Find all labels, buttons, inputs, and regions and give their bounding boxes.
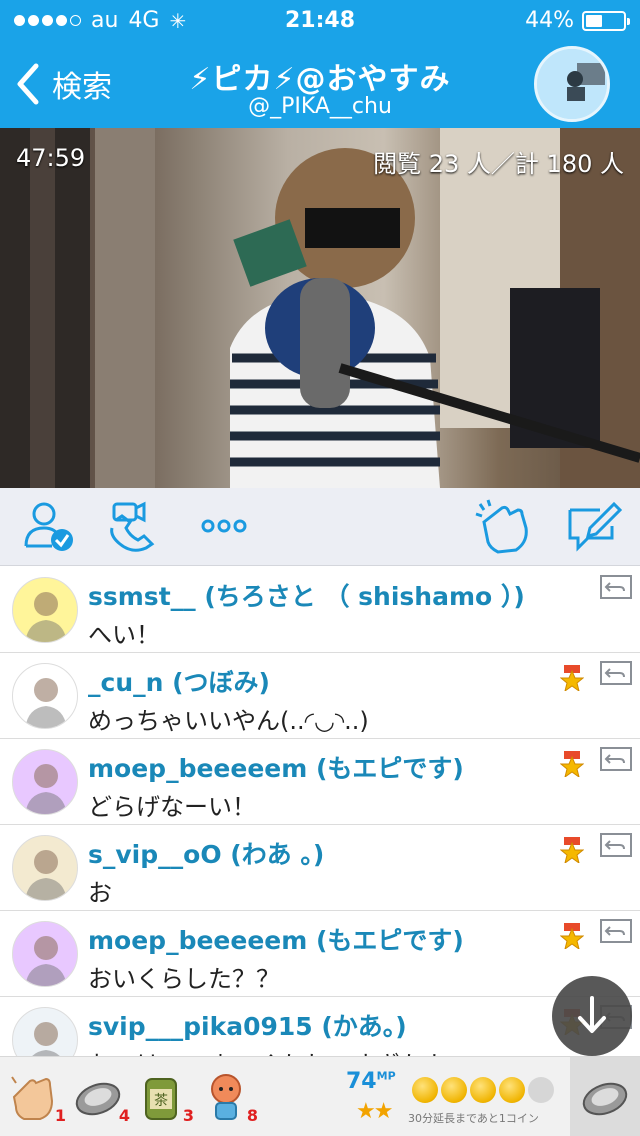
scroll-to-latest-button[interactable] — [552, 976, 632, 1056]
level-stars: ★★ — [356, 1099, 393, 1124]
commenter-avatar[interactable] — [12, 749, 78, 815]
commenter-name[interactable]: s_vip__oO (わあ 。) — [88, 835, 324, 871]
coin-filled-icon — [412, 1077, 438, 1103]
coin-extension-note: 30分延長まであと1コイン — [408, 1112, 539, 1125]
commenter-name[interactable]: moep_beeeeem (もエピです) — [88, 749, 464, 785]
figure-gift-icon — [211, 1074, 241, 1120]
comment-list[interactable]: ssmst__ (ちろさと （ shishamo ）) へい！ _cu_n (つ… — [0, 567, 640, 1056]
more-dots-icon — [201, 519, 247, 533]
commenter-avatar[interactable] — [12, 835, 78, 901]
reply-icon[interactable] — [600, 661, 632, 689]
gift-item[interactable]: 4 — [70, 1067, 130, 1127]
comment-text: めっちゃいいやん(..◜◡◝..) — [88, 707, 369, 735]
mp-points: 74MP — [346, 1069, 396, 1094]
arrow-down-icon — [578, 996, 606, 1033]
gift-count: 3 — [182, 1106, 194, 1125]
nav-bar: 検索 ⚡ピカ⚡@おやすみ @_PIKA__chu — [0, 40, 640, 128]
commenter-name[interactable]: _cu_n (つぼみ) — [88, 663, 270, 699]
gift-count: 1 — [54, 1106, 66, 1125]
commenter-avatar[interactable] — [12, 921, 78, 987]
commenter-name[interactable]: moep_beeeeem (もエピです) — [88, 921, 464, 957]
video-phone-icon — [110, 501, 155, 552]
commenter-name[interactable]: svip___pika0915 (かあ。) — [88, 1007, 407, 1043]
coin-empty-icon — [528, 1077, 554, 1103]
coin-icon — [582, 1082, 628, 1116]
coin-progress — [412, 1077, 554, 1103]
video-call-button[interactable] — [106, 498, 166, 558]
battery-percent: 44% — [525, 8, 574, 33]
gift-item[interactable]: 茶 3 — [134, 1067, 194, 1127]
comment-text: どらげなーい！ — [88, 793, 256, 821]
commenter-avatar[interactable] — [12, 577, 78, 643]
reply-icon[interactable] — [600, 919, 632, 947]
clap-gift-icon — [11, 1076, 54, 1120]
tea-gift-icon: 茶 — [145, 1078, 177, 1120]
follow-button[interactable] — [22, 498, 78, 558]
elapsed-time: 47:59 — [16, 144, 86, 172]
user-check-icon — [24, 502, 73, 551]
more-options-button[interactable] — [200, 506, 248, 550]
comment-text: へい！ — [88, 621, 160, 649]
video-frame — [0, 128, 640, 488]
coin-gift-button[interactable] — [570, 1057, 640, 1136]
comment-text: おっはー、まーくかわいすぎかよ… — [88, 1045, 471, 1056]
action-toolbar — [0, 488, 640, 566]
broadcaster-avatar[interactable] — [534, 46, 610, 122]
reply-icon[interactable] — [600, 833, 632, 861]
comment-item[interactable]: moep_beeeeem (もエピです) どらげなーい！ — [0, 739, 640, 825]
comment-text: おいくらした？？ — [88, 965, 280, 993]
medal-icon — [560, 923, 584, 949]
coin-filled-icon — [441, 1077, 467, 1103]
medal-icon — [560, 837, 584, 863]
viewer-count: 閲覧 23 人／計 180 人 — [373, 150, 624, 178]
comment-item[interactable]: moep_beeeeem (もエピです) おいくらした？？ — [0, 911, 640, 997]
clap-button[interactable] — [474, 498, 534, 560]
comment-item[interactable]: svip___pika0915 (かあ。) おっはー、まーくかわいすぎかよ… — [0, 997, 640, 1056]
gift-bar: 1 4茶 3 8 74MP ★★ 30分延長まであと1コイン — [0, 1056, 640, 1136]
coin-filled-icon — [470, 1077, 496, 1103]
coin-filled-icon — [499, 1077, 525, 1103]
reply-icon[interactable] — [600, 575, 632, 603]
status-bar: au 4G ✳ 21:48 44% — [0, 0, 640, 40]
gift-item[interactable]: 8 — [198, 1067, 258, 1127]
comment-item[interactable]: _cu_n (つぼみ) めっちゃいいやん(..◜◡◝..) — [0, 653, 640, 739]
commenter-avatar[interactable] — [12, 663, 78, 729]
comment-item[interactable]: s_vip__oO (わあ 。) お — [0, 825, 640, 911]
commenter-avatar[interactable] — [12, 1007, 78, 1056]
gift-count: 8 — [246, 1106, 258, 1125]
medal-icon — [560, 665, 584, 691]
commenter-name[interactable]: ssmst__ (ちろさと （ shishamo ）) — [88, 577, 525, 613]
clapping-hands-icon — [475, 499, 528, 554]
gift-item[interactable]: 1 — [6, 1067, 66, 1127]
comment-item[interactable]: ssmst__ (ちろさと （ shishamo ）) へい！ — [0, 567, 640, 653]
write-comment-button[interactable] — [564, 498, 623, 558]
battery-icon — [582, 10, 630, 31]
coin-gift-icon — [75, 1082, 121, 1116]
svg-text:茶: 茶 — [154, 1093, 168, 1109]
pencil-comment-icon — [568, 501, 623, 552]
medal-icon — [560, 751, 584, 777]
comment-text: お — [88, 879, 112, 907]
gift-count: 4 — [118, 1106, 130, 1125]
reply-icon[interactable] — [600, 747, 632, 775]
live-video[interactable]: 47:59 閲覧 23 人／計 180 人 — [0, 128, 640, 488]
